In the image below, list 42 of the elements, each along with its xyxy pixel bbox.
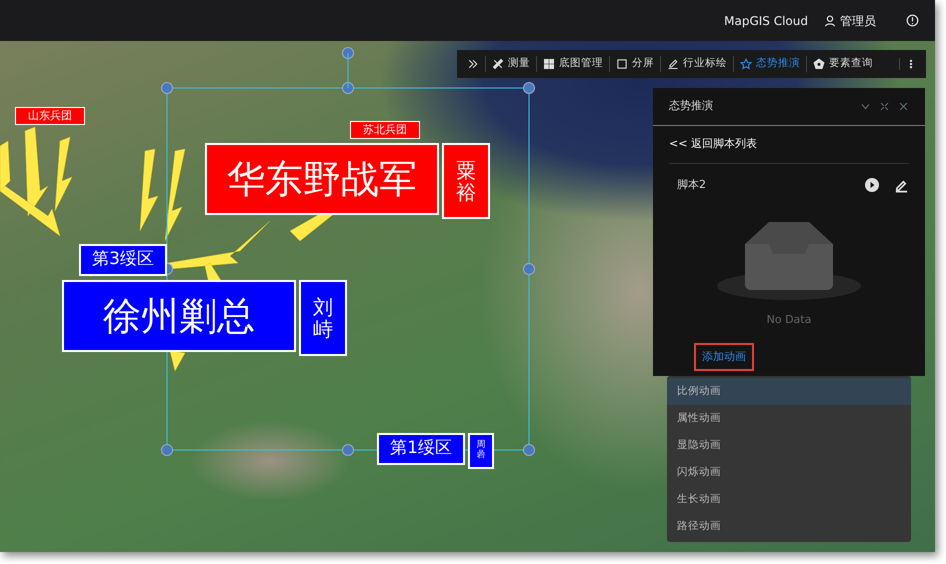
star-icon	[740, 58, 752, 70]
empty-state-text: No Data	[766, 312, 812, 328]
back-link[interactable]: << 返回脚本列表	[669, 136, 757, 153]
brand-name: MapGIS Cloud	[724, 12, 808, 30]
close-icon[interactable]	[898, 101, 909, 112]
add-animation-button[interactable]: 添加动画	[694, 342, 754, 371]
toolbar-tab[interactable]: 底图管理	[536, 56, 609, 72]
expand-icon[interactable]	[879, 101, 890, 112]
unit-label: 第1绥区	[377, 433, 465, 465]
commander-label: 刘峙	[299, 280, 347, 356]
unit-label: 华东野战军	[205, 143, 439, 215]
double-chevron-icon	[467, 58, 479, 70]
script-name: 脚本2	[676, 176, 707, 193]
toolbar-tab[interactable]: 分屏	[609, 56, 660, 72]
grid-icon	[543, 58, 555, 70]
unit-label: 苏北兵团	[350, 121, 420, 139]
menu-item[interactable]: 属性动画	[667, 405, 911, 432]
unit-label: 山东兵团	[15, 107, 85, 125]
menu-item[interactable]: 显隐动画	[667, 432, 911, 459]
menu-item[interactable]: 闪烁动画	[667, 459, 911, 486]
map-imagery[interactable]: 山东兵团 苏北兵团 华东野战军 粟裕 第3绥区 徐州剿总 刘峙 第1绥区 周碞 测量 底图管理 分屏 行业标绘 态势推演 要素查询 态势推演 << 返回脚本列表 脚本2 No Data 添加动画 比例动画 属性动画 显隐动画 闪烁动画 生长动画 路径动画	[0, 41, 935, 552]
toolbar-tab[interactable]: 态势推演	[733, 56, 806, 72]
pen-icon	[667, 58, 679, 70]
unit-label: 第3绥区	[79, 244, 167, 276]
user-icon	[824, 14, 836, 26]
user-menu[interactable]: 管理员	[824, 12, 876, 30]
toolbar-tab[interactable]: 行业标绘	[660, 56, 733, 72]
toolbar-tab[interactable]: 测量	[485, 56, 536, 72]
ruler-icon	[492, 58, 504, 70]
commander-label: 粟裕	[442, 143, 490, 219]
commander-label: 周碞	[468, 433, 494, 469]
square-icon	[616, 58, 628, 70]
toolbar-tab[interactable]: 要素查询	[806, 56, 879, 72]
menu-item[interactable]: 比例动画	[667, 378, 911, 405]
info-icon[interactable]	[906, 14, 919, 27]
pentagon-icon	[813, 58, 825, 70]
panel-title: 态势推演	[669, 98, 714, 114]
menu-item[interactable]: 路径动画	[667, 513, 911, 540]
play-icon[interactable]	[864, 177, 880, 193]
pencil-icon[interactable]	[894, 178, 909, 192]
menu-item[interactable]: 生长动画	[667, 486, 911, 513]
unit-label: 徐州剿总	[62, 280, 296, 352]
